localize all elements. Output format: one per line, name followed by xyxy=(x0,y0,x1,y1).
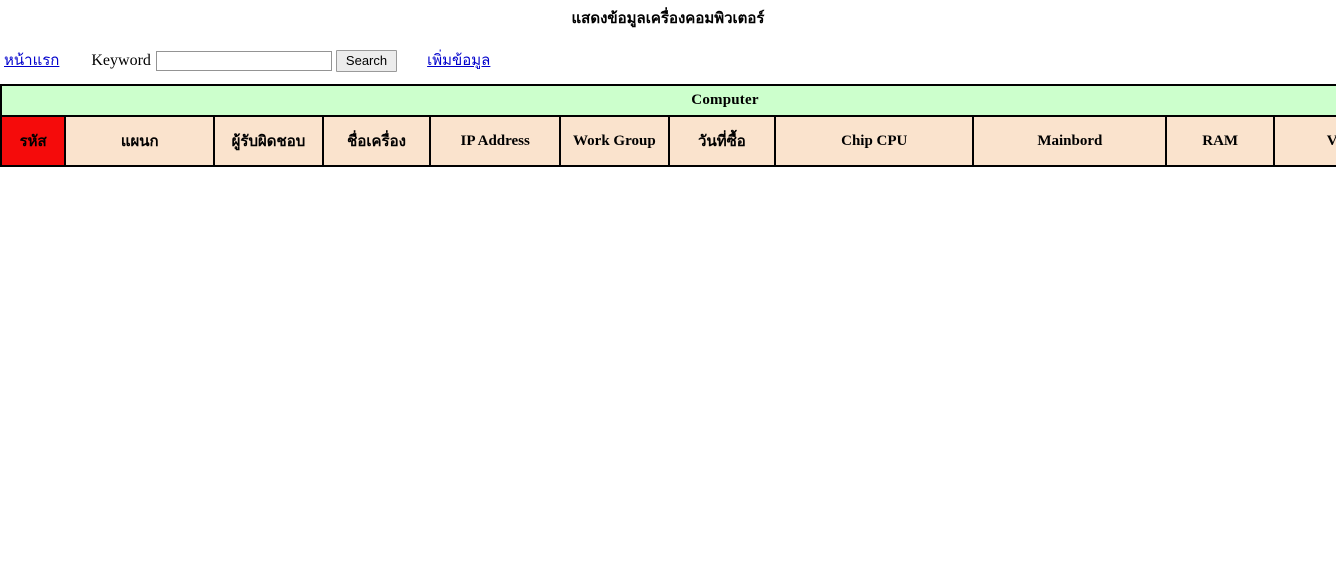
home-link[interactable]: หน้าแรก xyxy=(4,52,59,70)
table-header-label: ชื่อเครื่อง xyxy=(347,131,406,150)
computer-table-container: Computer รหัส แผนก ผู้รับผิดชอบ ชื่อเครื่อง… xyxy=(0,84,1336,167)
table-header-cell-9: Mainbord xyxy=(972,115,1168,167)
keyword-label: Keyword xyxy=(91,52,151,69)
page-title: แสดงข้อมูลเครื่องคอมพิวเตอร์ xyxy=(571,11,765,27)
table-banner-cell: Computer xyxy=(0,84,1336,117)
table-header-cell-3: ผู้รับผิดชอบ xyxy=(213,115,324,167)
table-header-cell-7: วันที่ซื้อ xyxy=(667,115,777,167)
table-header-label: Work Group xyxy=(573,133,656,149)
table-header-label: Chip CPU xyxy=(841,133,908,149)
search-button[interactable]: Search xyxy=(335,50,398,72)
table-header-label: รหัส xyxy=(19,131,47,150)
add-data-link[interactable]: เพิ่มข้อมูล xyxy=(427,52,490,70)
computer-table: Computer รหัส แผนก ผู้รับผิดชอบ ชื่อเครื่อง… xyxy=(0,84,1336,167)
table-header-cell-11: VGA Card xyxy=(1272,115,1336,167)
table-header-cell-6: Work Group xyxy=(559,115,670,167)
table-header-cell-5: IP Address xyxy=(429,115,562,167)
toolbar: หน้าแรก Keyword Search เพิ่มข้อมูล xyxy=(0,28,1336,73)
table-header-cell-1: รหัส xyxy=(0,115,67,167)
table-header-cell-2: แผนก xyxy=(64,115,216,167)
table-header-label: Mainbord xyxy=(1037,133,1103,149)
table-header-label: แผนก xyxy=(120,131,159,150)
search-input[interactable] xyxy=(155,51,332,71)
table-header-label: วันที่ซื้อ xyxy=(698,131,746,150)
table-header-label: IP Address xyxy=(460,133,530,149)
table-banner-row: Computer xyxy=(0,84,1336,117)
table-header-cell-4: ชื่อเครื่อง xyxy=(321,115,432,167)
table-header-cell-10: RAM xyxy=(1165,115,1275,167)
table-header-cell-8: Chip CPU xyxy=(774,115,975,167)
table-header-label: ผู้รับผิดชอบ xyxy=(231,131,306,150)
table-header-row: รหัส แผนก ผู้รับผิดชอบ ชื่อเครื่อง IP Addres… xyxy=(0,115,1336,167)
table-header-label: RAM xyxy=(1202,133,1239,149)
table-header-label: VGA Card xyxy=(1326,133,1336,149)
